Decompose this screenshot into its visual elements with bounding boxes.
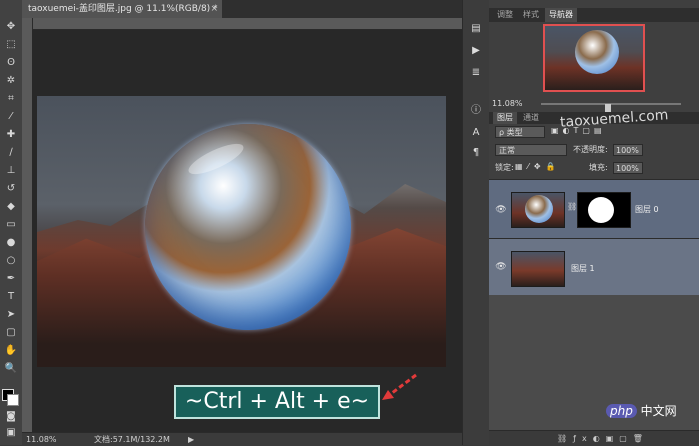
kind-filter-select[interactable]: ρ 类型 [495,126,545,138]
opacity-field[interactable]: 100% [613,144,643,156]
tools-panel: ✥ ⬚ ʘ ✲ ⌗ ⁄ ✚ ∕ ⊥ ↺ ◆ ▭ ● ○ ✒ T ➤ ▢ ✋ 🔍 … [0,0,23,445]
brush-icon[interactable]: ∕ [3,146,19,160]
close-icon[interactable]: × [210,0,218,18]
layer-name[interactable]: 图层 1 [571,263,595,274]
layer-row[interactable]: 👁 图层 1 [489,238,699,296]
status-doc-size: 文档:57.1M/132.2M [94,435,170,444]
fill-field[interactable]: 100% [613,162,643,174]
clone-stamp-icon[interactable]: ⊥ [3,164,19,178]
shortcut-caption: ~Ctrl + Alt + e~ [174,385,380,419]
layer-thumbnail [511,251,565,287]
document-tab-title: taoxuemei-盖印图层.jpg @ 11.1%(RGB/8) * [28,4,218,14]
quick-mask-icon[interactable]: ◙ [3,410,19,424]
actions-panel-icon[interactable]: ▶ [468,44,484,58]
navigator-tab-bar: 调整 样式 导航器 [489,8,699,22]
layer-comps-icon[interactable]: ≣ [468,66,484,80]
eyedropper-icon[interactable]: ⁄ [3,110,19,124]
status-bar: 11.08% 文档:57.1M/132.2M ▶ [22,432,462,446]
right-panel: 调整 样式 导航器 11.08% 图层 通道 ρ 类型 ▣◐T▢▤ 正常 不透明… [489,0,699,445]
blur-icon[interactable]: ● [3,236,19,250]
status-menu-arrow-icon[interactable]: ▶ [188,433,194,446]
layers-footer-icons[interactable]: ⛓ƒx◐▣▢🗑 [489,430,699,445]
layer-name[interactable]: 图层 0 [635,204,659,215]
tab-layers[interactable]: 图层 [493,112,517,124]
shape-icon[interactable]: ▢ [3,326,19,340]
fill-label: 填充: [589,163,608,172]
document-tab[interactable]: taoxuemei-盖印图层.jpg @ 11.1%(RGB/8) * × [22,0,222,18]
php-badge-label: 中文网 [640,404,677,418]
opacity-label: 不透明度: [573,145,608,154]
hand-icon[interactable]: ✋ [3,344,19,358]
background-color-swatch[interactable] [7,394,19,406]
blend-mode-select[interactable]: 正常 [495,144,567,156]
mask-link-icon[interactable]: ⛓ [567,202,577,211]
horizontal-ruler [32,18,462,30]
screen-mode-icon[interactable]: ▣ [3,426,19,440]
path-select-icon[interactable]: ➤ [3,308,19,322]
lock-row: 锁定: ▦⁄✥🔒 填充: 100% [489,161,699,176]
history-panel-icon[interactable]: ▤ [468,22,484,36]
crystal-ball [145,124,351,330]
navigator-zoom-slider[interactable] [541,103,681,112]
tab-styles[interactable]: 样式 [519,8,543,22]
navigator-zoom-value[interactable]: 11.08% [492,98,523,110]
info-panel-icon[interactable]: ⓘ [468,104,484,118]
layer-row[interactable]: 👁 ⛓ 图层 0 [489,179,699,238]
zoom-icon[interactable]: 🔍 [3,362,19,376]
lock-label: 锁定: [495,163,514,172]
dodge-icon[interactable]: ○ [3,254,19,268]
status-zoom[interactable]: 11.08% [26,433,57,446]
red-arrow-icon [382,373,417,400]
layer-mask-thumbnail[interactable] [577,192,631,228]
magic-wand-icon[interactable]: ✲ [3,74,19,88]
paragraph-panel-icon[interactable]: ¶ [468,146,484,160]
visibility-eye-icon[interactable]: 👁 [495,204,507,216]
move-tool-icon[interactable]: ✥ [3,20,19,34]
crop-tool-icon[interactable]: ⌗ [3,92,19,106]
mask-circle [588,197,614,223]
navigator-preview[interactable] [543,24,645,92]
document-tab-bar: taoxuemei-盖印图层.jpg @ 11.1%(RGB/8) * × [22,0,462,18]
lasso-tool-icon[interactable]: ʘ [3,56,19,70]
visibility-eye-icon[interactable]: 👁 [495,261,507,273]
eraser-icon[interactable]: ◆ [3,200,19,214]
lock-options-icons[interactable]: ▦⁄✥🔒 [515,162,561,171]
type-icon[interactable]: T [3,290,19,304]
pen-icon[interactable]: ✒ [3,272,19,286]
tab-navigator[interactable]: 导航器 [545,8,577,22]
php-logo-icon: php [606,404,637,418]
character-panel-icon[interactable]: A [468,126,484,140]
history-brush-icon[interactable]: ↺ [3,182,19,196]
navigator-preview-ball [575,30,619,74]
panel-icon-strip: ▤ ▶ ≣ ⓘ A ¶ [462,0,490,445]
layer-thumbnail [511,192,565,228]
tab-adjustments[interactable]: 调整 [493,8,517,22]
marquee-tool-icon[interactable]: ⬚ [3,38,19,52]
tab-channels[interactable]: 通道 [519,112,543,124]
blend-row: 正常 不透明度: 100% [489,143,699,158]
php-badge: php 中文网 [606,402,677,419]
healing-brush-icon[interactable]: ✚ [3,128,19,142]
gradient-icon[interactable]: ▭ [3,218,19,232]
